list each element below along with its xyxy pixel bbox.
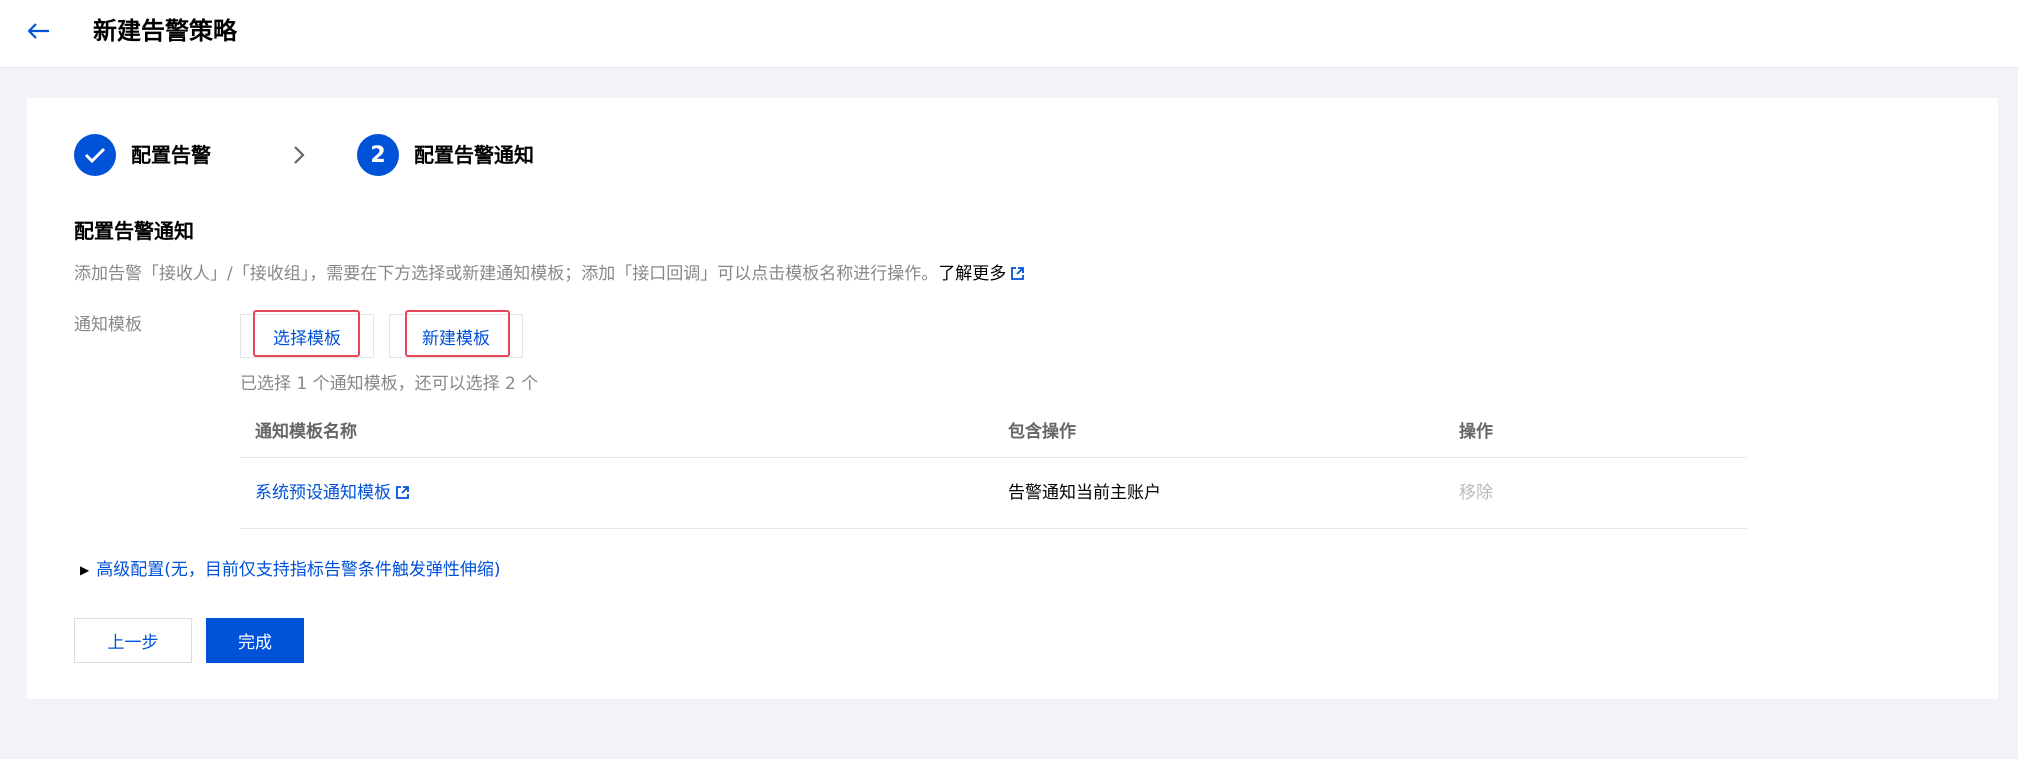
chevron-right-icon	[294, 146, 305, 164]
column-header-operation: 操作	[1459, 422, 1493, 442]
steps-indicator: 配置告警 2 配置告警通知	[74, 134, 674, 176]
table-header: 通知模板名称 包含操作 操作	[240, 408, 1747, 458]
triangle-right-icon: ▶	[80, 563, 90, 577]
top-bar: 新建告警策略	[0, 0, 2018, 68]
column-header-actions: 包含操作	[1008, 422, 1076, 442]
table-row: 系统预设通知模板 告警通知当前主账户 移除	[240, 458, 1747, 529]
step-1-label: 配置告警	[131, 143, 211, 167]
step-2-label: 配置告警通知	[414, 143, 534, 167]
advanced-config-toggle[interactable]: ▶ 高级配置(无，目前仅支持指标告警条件触发弹性伸缩)	[80, 559, 501, 581]
external-link-icon	[1011, 267, 1025, 280]
done-button[interactable]: 完成	[206, 618, 304, 663]
main-card: 配置告警 2 配置告警通知 配置告警通知 添加告警「接收人」/「接收组」，需要在…	[27, 98, 1998, 699]
template-field-label: 通知模板	[74, 315, 142, 335]
section-title: 配置告警通知	[74, 219, 194, 243]
template-actions-cell: 告警通知当前主账户	[1008, 483, 1161, 503]
template-name-text: 系统预设通知模板	[255, 483, 391, 503]
step-2-index: 2	[370, 142, 386, 168]
select-template-button[interactable]: 选择模板	[240, 314, 374, 358]
page-title: 新建告警策略	[93, 17, 237, 45]
column-header-name: 通知模板名称	[255, 422, 357, 442]
template-selection-hint: 已选择 1 个通知模板，还可以选择 2 个	[240, 374, 539, 394]
arrow-left-icon	[28, 23, 49, 39]
learn-more-link[interactable]: 了解更多	[938, 264, 1025, 284]
section-description: 添加告警「接收人」/「接收组」，需要在下方选择或新建通知模板；添加「接口回调」可…	[74, 262, 1025, 286]
learn-more-label: 了解更多	[938, 264, 1007, 284]
previous-step-button[interactable]: 上一步	[74, 618, 192, 663]
step-1-done-circle	[74, 134, 116, 176]
external-link-icon	[396, 486, 409, 499]
advanced-config-label: 高级配置(无，目前仅支持指标告警条件触发弹性伸缩)	[96, 560, 501, 580]
remove-button[interactable]: 移除	[1459, 482, 1493, 504]
step-2-current-circle: 2	[357, 134, 399, 176]
back-button[interactable]	[24, 16, 54, 46]
check-icon	[84, 147, 106, 163]
template-name-link[interactable]: 系统预设通知模板	[255, 482, 410, 504]
template-table: 通知模板名称 包含操作 操作 系统预设通知模板 告警通知当前主账户 移除	[240, 408, 1747, 529]
description-text: 添加告警「接收人」/「接收组」，需要在下方选择或新建通知模板；添加「接口回调」可…	[74, 264, 939, 284]
create-template-button[interactable]: 新建模板	[389, 314, 523, 358]
